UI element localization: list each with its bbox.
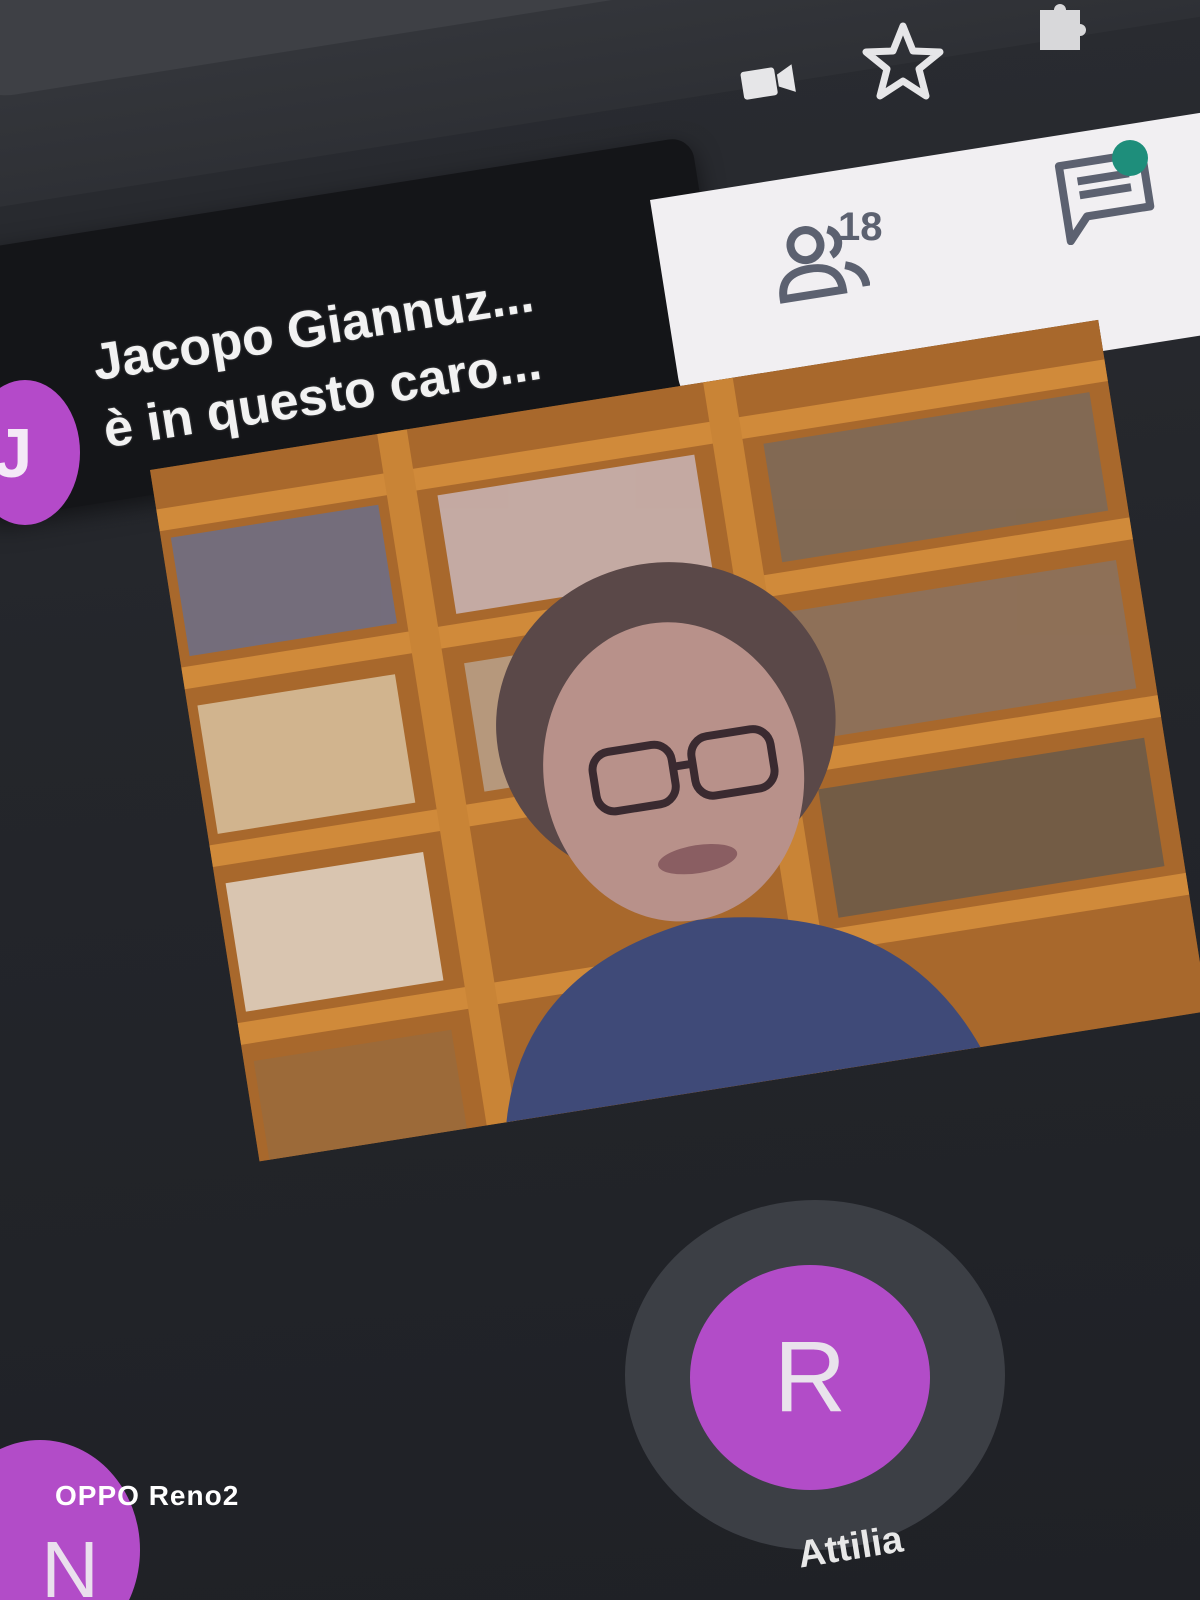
- camera-icon[interactable]: [738, 60, 800, 104]
- video-call-screen: J Jacopo Giannuz... è in questo caro... …: [0, 0, 1200, 1600]
- participant-avatar: R: [690, 1265, 930, 1490]
- corner-participant-avatar[interactable]: N: [0, 1440, 140, 1600]
- video-frame: [150, 319, 1200, 1162]
- extensions-icon[interactable]: [1030, 0, 1090, 50]
- participant-avatar-initial: R: [773, 1321, 847, 1433]
- star-icon[interactable]: [862, 20, 944, 102]
- unread-indicator: [1112, 140, 1148, 176]
- notification-avatar-initial: J: [0, 413, 33, 492]
- corner-avatar-initial: N: [41, 1525, 99, 1600]
- camera-watermark: OPPO Reno2: [55, 1480, 240, 1511]
- people-count: 18: [838, 205, 883, 249]
- participant-video[interactable]: [150, 319, 1200, 1162]
